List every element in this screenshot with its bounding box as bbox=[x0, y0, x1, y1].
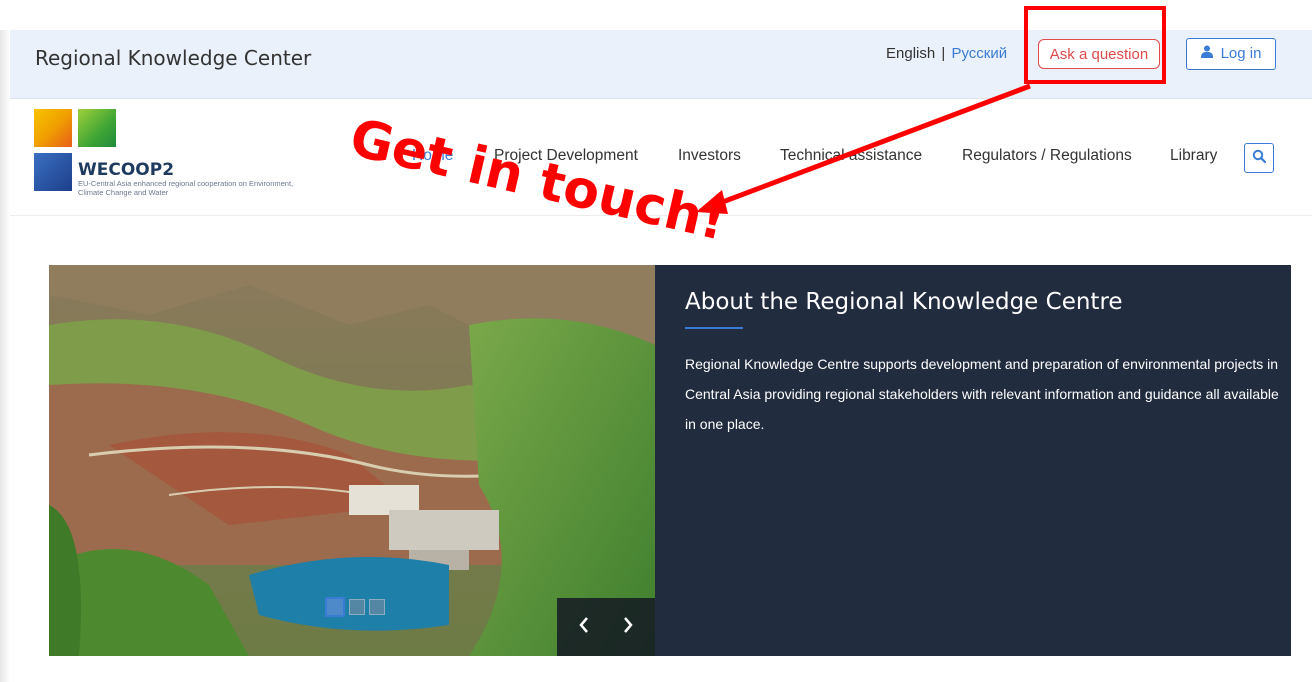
hero-description: Regional Knowledge Centre supports devel… bbox=[685, 356, 1279, 432]
wecoop2-logo[interactable]: WECOOP2 EU-Central Asia enhanced regiona… bbox=[34, 109, 294, 199]
nav-investors[interactable]: Investors bbox=[678, 147, 741, 165]
carousel-dot-2[interactable] bbox=[349, 599, 365, 615]
hero-title: About the Regional Knowledge Centre bbox=[685, 289, 1123, 315]
logo-text: WECOOP2 EU-Central Asia enhanced regiona… bbox=[78, 161, 298, 197]
carousel-next-button[interactable] bbox=[615, 614, 641, 640]
carousel-dot-1[interactable] bbox=[325, 597, 345, 617]
user-icon bbox=[1200, 39, 1213, 69]
search-icon bbox=[1252, 149, 1267, 168]
carousel-controls bbox=[557, 598, 655, 656]
hero-info-panel: About the Regional Knowledge Centre Regi… bbox=[655, 265, 1291, 656]
carousel-indicators bbox=[325, 597, 385, 617]
lang-separator: | bbox=[941, 45, 946, 62]
logo-square-orange bbox=[34, 109, 72, 147]
search-button[interactable] bbox=[1244, 143, 1274, 173]
logo-square-blue bbox=[34, 153, 72, 191]
annotation-highlight-box bbox=[1024, 6, 1166, 84]
hero-carousel: About the Regional Knowledge Centre Regi… bbox=[49, 265, 1291, 656]
carousel-prev-button[interactable] bbox=[571, 614, 597, 640]
logo-square-green bbox=[78, 109, 116, 147]
login-label: Log in bbox=[1220, 45, 1262, 62]
chevron-left-icon bbox=[578, 616, 590, 639]
login-button[interactable]: Log in bbox=[1186, 38, 1276, 70]
carousel-dot-3[interactable] bbox=[369, 599, 385, 615]
lang-russian[interactable]: Русский bbox=[951, 45, 1007, 62]
nav-technical-assistance[interactable]: Technical assistance bbox=[780, 147, 922, 165]
page-shadow bbox=[0, 30, 10, 682]
language-switcher: English | Русский bbox=[886, 45, 1007, 62]
nav-library[interactable]: Library bbox=[1170, 147, 1217, 165]
hero-title-underline bbox=[685, 327, 743, 329]
lang-english[interactable]: English bbox=[886, 45, 935, 62]
logo-tagline: EU-Central Asia enhanced regional cooper… bbox=[78, 179, 294, 197]
chevron-right-icon bbox=[622, 616, 634, 639]
site-title[interactable]: Regional Knowledge Center bbox=[35, 46, 311, 70]
nav-regulators[interactable]: Regulators / Regulations bbox=[962, 147, 1132, 165]
logo-brand: WECOOP2 bbox=[78, 160, 175, 180]
